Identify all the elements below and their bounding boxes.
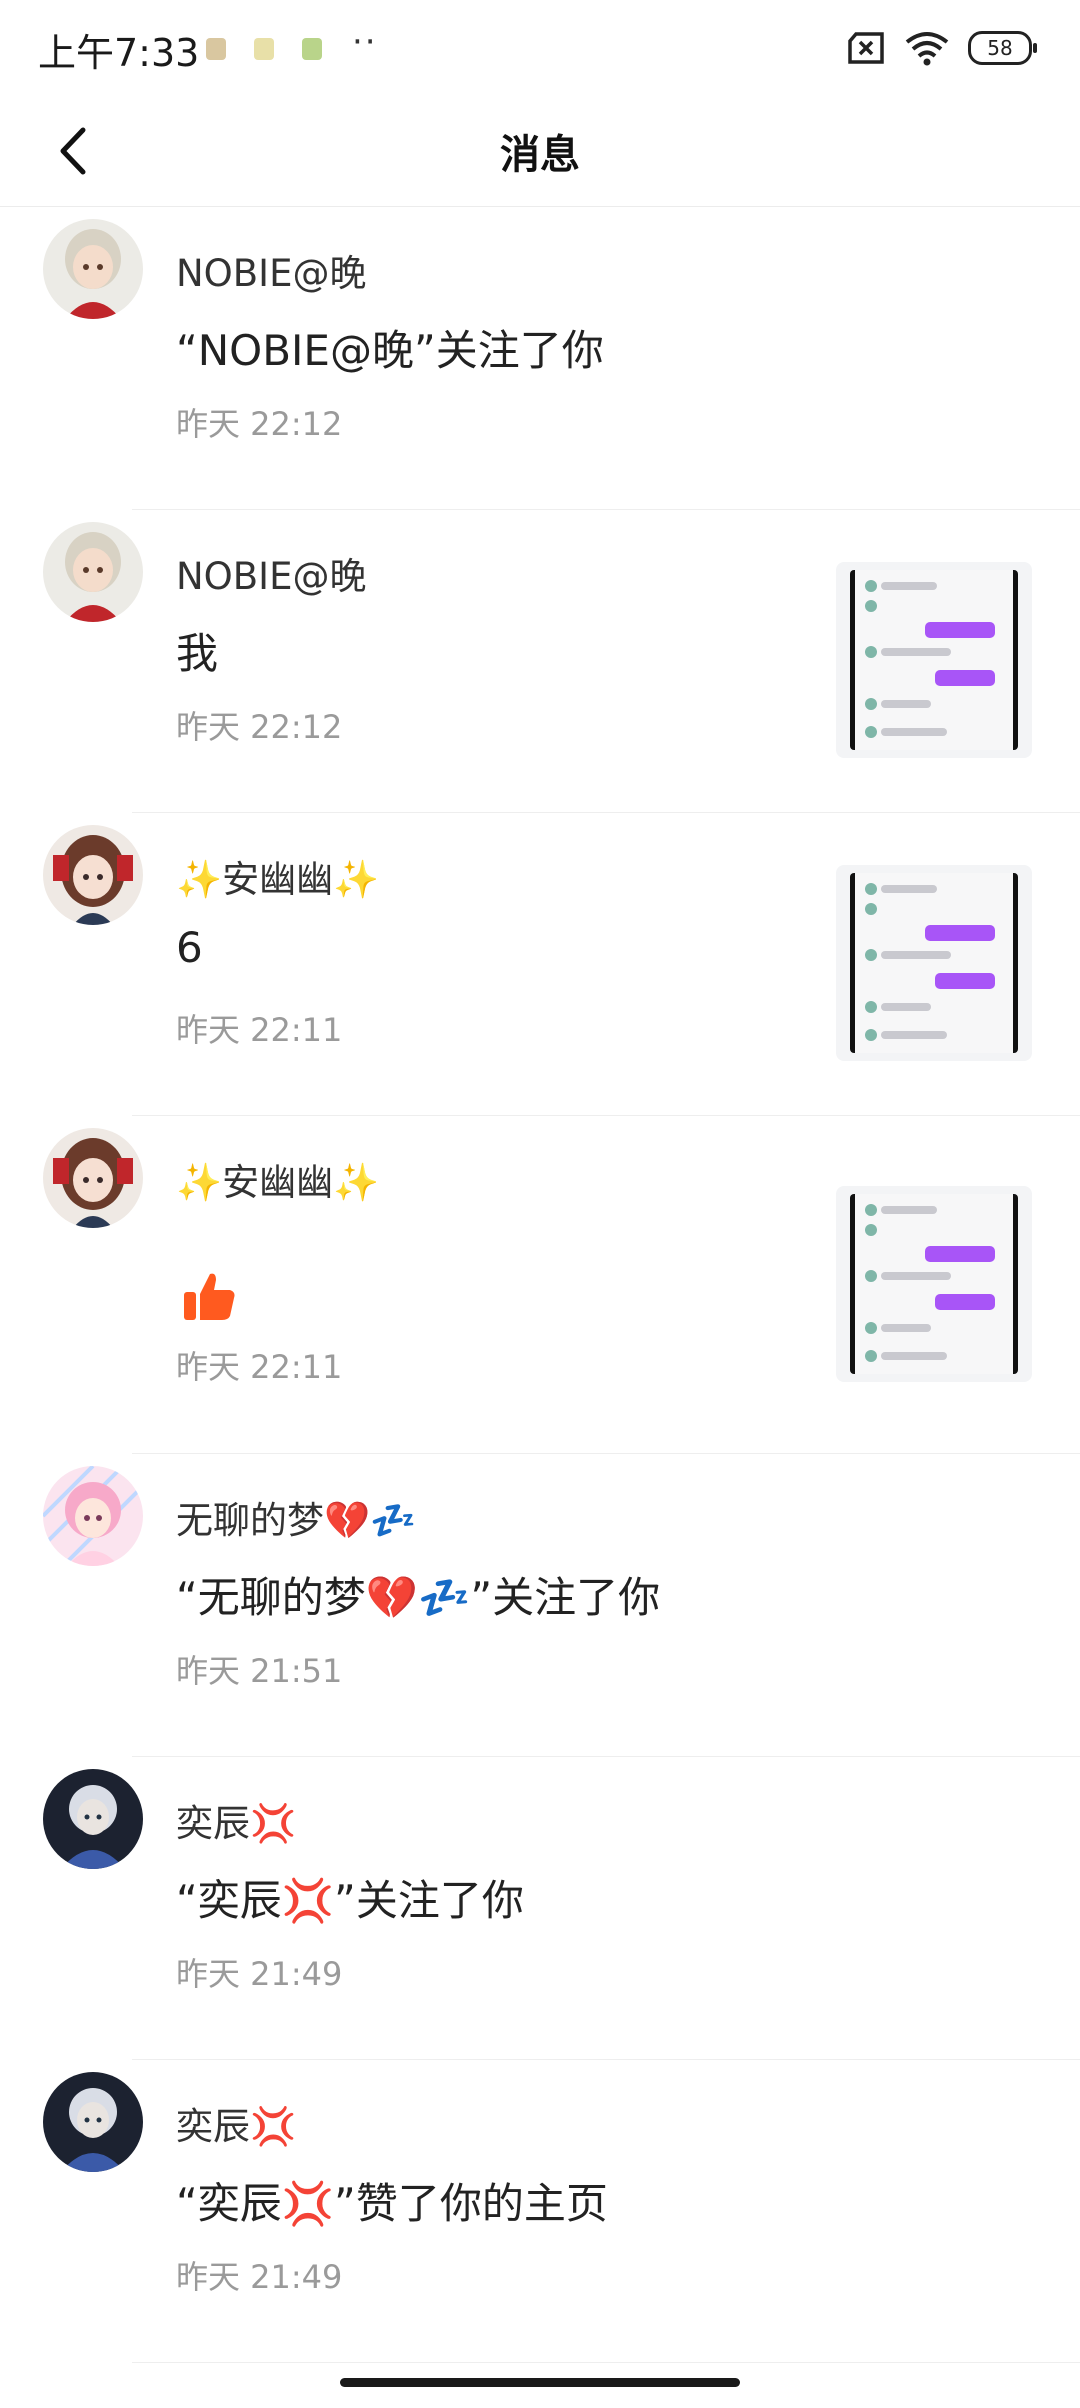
sender-name: NOBIE@晚 xyxy=(176,252,367,295)
app-header: 消息 xyxy=(0,96,1080,207)
no-sim-icon xyxy=(848,32,884,64)
thumb-line xyxy=(881,1206,937,1214)
wifi-icon xyxy=(905,32,949,66)
chat-screenshot-thumbnail[interactable] xyxy=(836,562,1032,758)
thumb-line xyxy=(881,951,951,959)
thumb-avatar-icon xyxy=(865,580,877,592)
message-time: 昨天 22:11 xyxy=(176,1011,343,1049)
thumb-avatar-icon xyxy=(865,726,877,738)
thumb-bubble xyxy=(925,1246,995,1262)
thumb-avatar-icon xyxy=(865,1001,877,1013)
battery-level: 58 xyxy=(987,36,1013,60)
notification-icon xyxy=(302,38,322,60)
thumb-bubble xyxy=(925,622,995,638)
message-item[interactable]: NOBIE@晚 “NOBIE@晚”关注了你 昨天 22:12 xyxy=(0,207,1080,510)
sender-name: 奕辰💢 xyxy=(176,2105,297,2148)
message-content: “奕辰💢”赞了你的主页 xyxy=(176,2179,608,2228)
chat-screenshot-thumbnail[interactable] xyxy=(836,865,1032,1061)
thumb-avatar-icon xyxy=(865,1322,877,1334)
message-item[interactable]: 奕辰💢 “奕辰💢”关注了你 昨天 21:49 xyxy=(0,1757,1080,2060)
avatar[interactable] xyxy=(43,522,143,622)
thumb-avatar-icon xyxy=(865,646,877,658)
message-content: “无聊的梦💔💤”关注了你 xyxy=(176,1573,661,1622)
thumb-line xyxy=(881,1272,951,1280)
avatar[interactable] xyxy=(43,1466,143,1566)
message-time: 昨天 21:51 xyxy=(176,1652,343,1690)
thumb-avatar-icon xyxy=(865,949,877,961)
message-content: 6 xyxy=(176,923,203,972)
avatar[interactable] xyxy=(43,1769,143,1869)
status-icons: 58 xyxy=(846,30,1037,66)
avatar[interactable] xyxy=(43,825,143,925)
thumb-line xyxy=(881,582,937,590)
thumb-avatar-icon xyxy=(865,1350,877,1362)
message-content: 我 xyxy=(176,629,219,678)
thumb-avatar-icon xyxy=(865,698,877,710)
thumb-avatar-icon xyxy=(865,600,877,612)
thumb-avatar-icon xyxy=(865,1224,877,1236)
battery-indicator: 58 xyxy=(968,31,1037,65)
thumb-line xyxy=(881,1352,947,1360)
home-indicator[interactable] xyxy=(340,2378,740,2387)
sender-name: 无聊的梦💔💤 xyxy=(176,1499,417,1542)
thumb-avatar-icon xyxy=(865,883,877,895)
thumbnail-preview xyxy=(850,1194,1018,1374)
message-time: 昨天 21:49 xyxy=(176,2258,343,2296)
message-content: “奕辰💢”关注了你 xyxy=(176,1876,524,1925)
thumb-bubble xyxy=(925,925,995,941)
thumb-line xyxy=(881,700,931,708)
message-item[interactable]: NOBIE@晚 我 昨天 22:12 xyxy=(0,510,1080,813)
avatar[interactable] xyxy=(43,219,143,319)
notification-icon xyxy=(206,38,226,60)
status-time: 上午7:33 xyxy=(38,31,200,75)
avatar[interactable] xyxy=(43,2072,143,2172)
chat-screenshot-thumbnail[interactable] xyxy=(836,1186,1032,1382)
message-content: “NOBIE@晚”关注了你 xyxy=(176,326,604,375)
more-notifications-icon: ·· xyxy=(352,22,378,62)
thumb-line xyxy=(881,728,947,736)
thumb-line xyxy=(881,648,951,656)
notification-icon xyxy=(254,38,274,60)
message-time: 昨天 21:49 xyxy=(176,1955,343,1993)
thumbs-up-icon xyxy=(184,1273,235,1320)
thumbnail-preview xyxy=(850,570,1018,750)
sender-name: NOBIE@晚 xyxy=(176,555,367,598)
thumb-line xyxy=(881,1031,947,1039)
thumb-bubble xyxy=(935,1294,995,1310)
message-item[interactable]: 奕辰💢 “奕辰💢”赞了你的主页 昨天 21:49 xyxy=(0,2060,1080,2363)
thumb-avatar-icon xyxy=(865,903,877,915)
thumb-line xyxy=(881,1003,931,1011)
page-title: 消息 xyxy=(500,132,580,178)
thumb-bubble xyxy=(935,670,995,686)
message-item[interactable]: ✨安幽幽✨ 昨天 22:11 xyxy=(0,1116,1080,1454)
message-time: 昨天 22:12 xyxy=(176,405,343,443)
sender-name: ✨安幽幽✨ xyxy=(176,1161,380,1204)
thumb-line xyxy=(881,885,937,893)
thumb-line xyxy=(881,1324,931,1332)
divider xyxy=(132,2362,1080,2363)
thumb-avatar-icon xyxy=(865,1029,877,1041)
message-time: 昨天 22:11 xyxy=(176,1348,343,1386)
thumbnail-preview xyxy=(850,873,1018,1053)
thumb-avatar-icon xyxy=(865,1204,877,1216)
message-list: NOBIE@晚 “NOBIE@晚”关注了你 昨天 22:12 NOBIE@晚 我… xyxy=(0,207,1080,2363)
message-time: 昨天 22:12 xyxy=(176,708,343,746)
status-bar: 上午7:33 ·· 58 xyxy=(0,0,1080,96)
avatar[interactable] xyxy=(43,1128,143,1228)
message-item[interactable]: 无聊的梦💔💤 “无聊的梦💔💤”关注了你 昨天 21:51 xyxy=(0,1454,1080,1757)
sender-name: ✨安幽幽✨ xyxy=(176,858,380,901)
thumb-avatar-icon xyxy=(865,1270,877,1282)
message-item[interactable]: ✨安幽幽✨ 6 昨天 22:11 xyxy=(0,813,1080,1116)
sender-name: 奕辰💢 xyxy=(176,1802,297,1845)
thumb-bubble xyxy=(935,973,995,989)
